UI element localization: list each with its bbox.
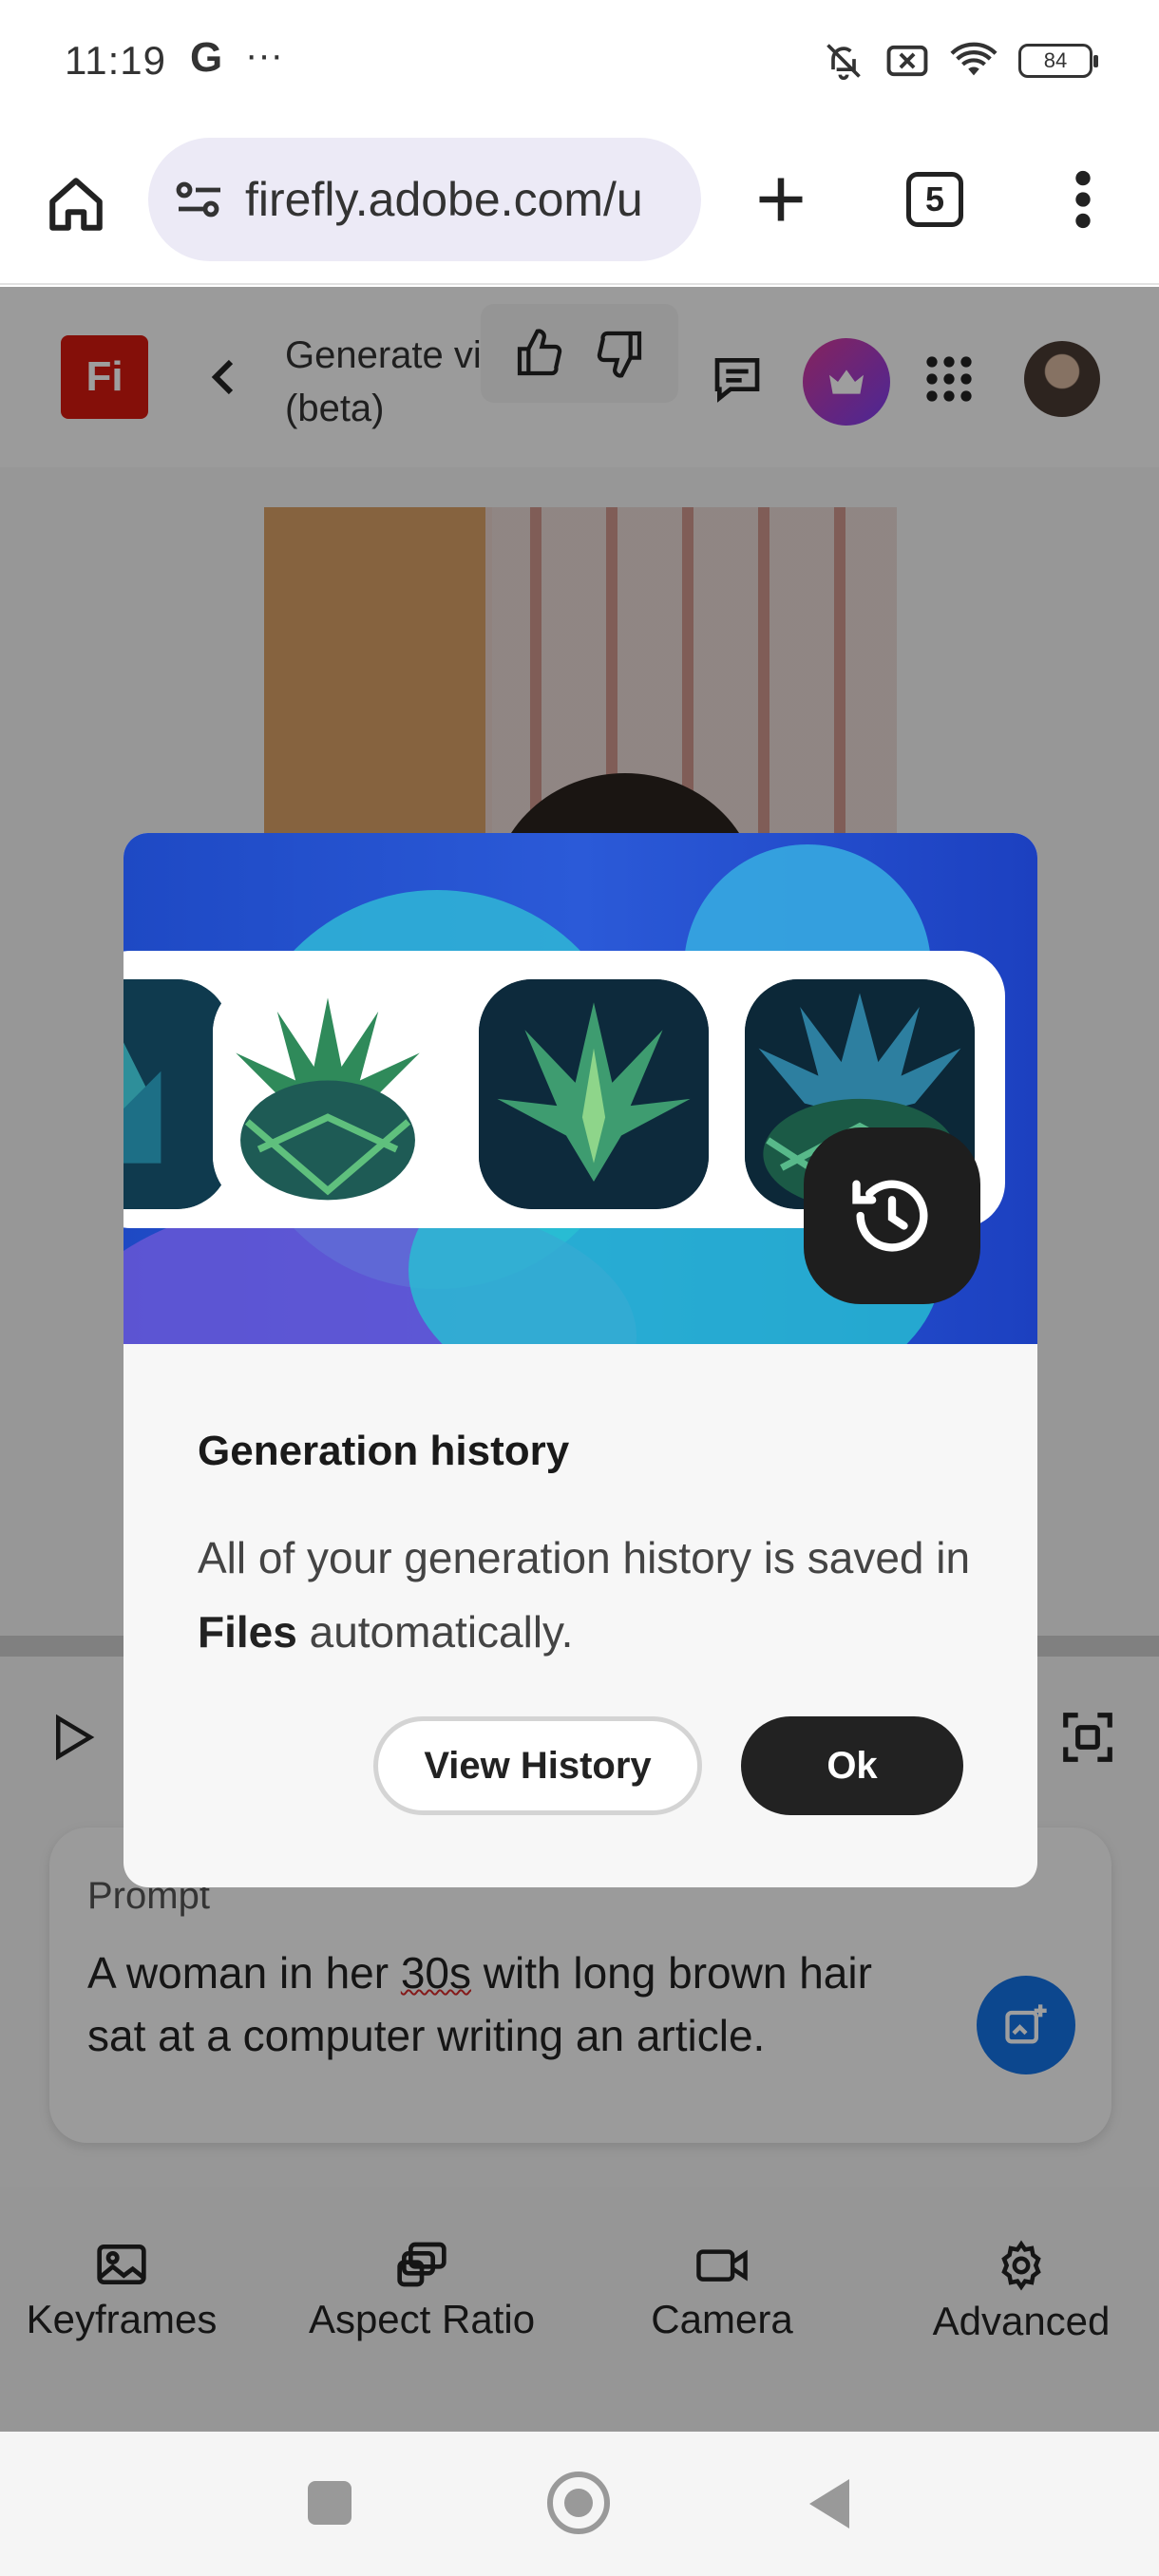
url-text[interactable]: firefly.adobe.com/u [245,172,643,227]
browser-toolbar: firefly.adobe.com/u 5 [0,128,1159,285]
system-navigation-bar [0,2432,1159,2576]
back-nav-button[interactable] [809,2479,849,2529]
home-button[interactable] [38,166,114,242]
browser-menu-button[interactable] [1054,161,1112,237]
home-icon [49,178,103,231]
history-icon [852,1180,928,1252]
more-notifications-icon: ··· [245,34,283,76]
dialog-message: All of your generation history is saved … [198,1521,977,1669]
wifi-icon [950,42,998,76]
history-badge [804,1127,980,1304]
system-icons: 84 [823,40,1098,82]
history-thumbnail [479,979,709,1209]
sim-off-icon [886,45,928,77]
recents-button[interactable] [308,2481,352,2525]
generation-history-dialog: Generation history All of your generatio… [124,833,1037,1887]
status-bar: 11:19 G ··· 84 [0,0,1159,128]
site-settings-icon[interactable] [175,178,224,221]
address-bar[interactable]: firefly.adobe.com/u [148,138,701,261]
plus-icon [759,178,803,221]
dialog-message-files: Files [198,1607,297,1657]
new-tab-button[interactable] [743,161,819,237]
dialog-title: Generation history [198,1428,570,1474]
home-nav-button[interactable] [547,2472,610,2534]
dialog-message-end: automatically. [296,1607,574,1657]
dialog-message-start: All of your generation history is saved … [198,1533,971,1582]
view-history-button[interactable]: View History [373,1716,702,1815]
status-time: 11:19 [65,38,166,83]
more-vertical-icon [1075,170,1091,229]
bell-off-icon [826,44,861,81]
google-notification-icon: G [190,34,223,81]
tab-switcher-button[interactable]: 5 [906,172,963,227]
dialog-illustration [124,833,1037,1344]
ok-button[interactable]: Ok [741,1716,963,1815]
history-thumbnail [213,979,443,1209]
battery-icon: 84 [1018,44,1098,78]
